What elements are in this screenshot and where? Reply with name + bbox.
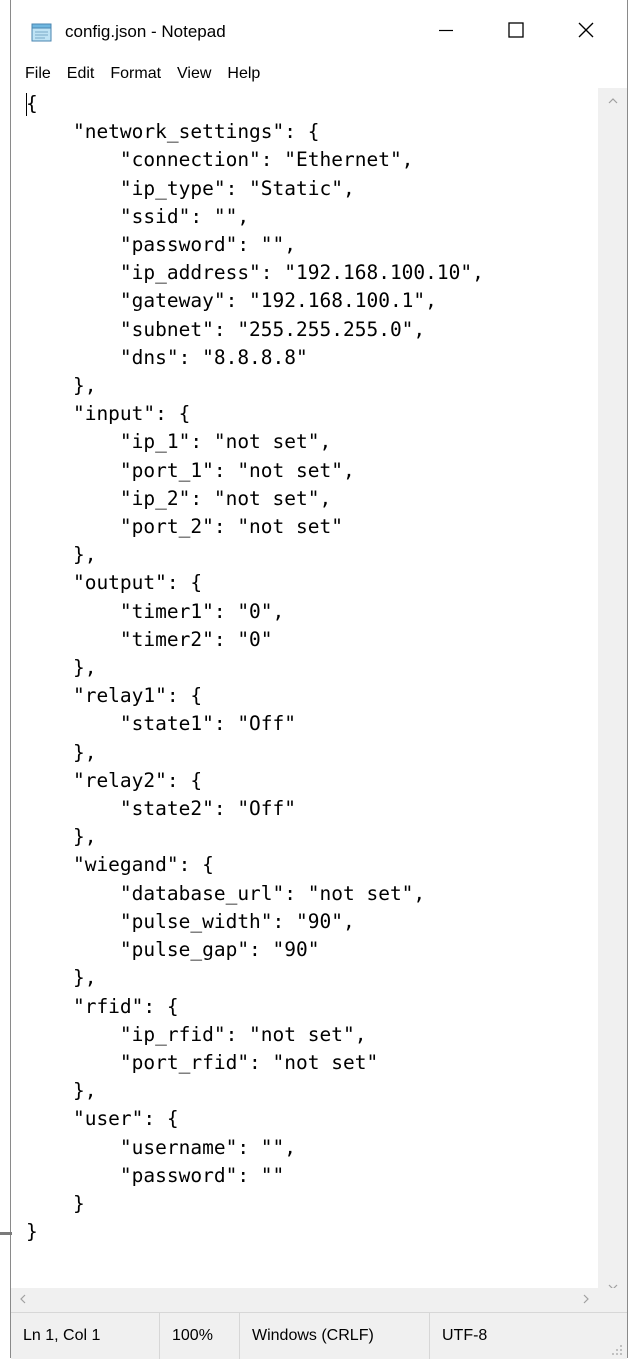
maximize-button[interactable] bbox=[481, 0, 551, 60]
chevron-up-icon bbox=[608, 91, 618, 109]
notepad-icon bbox=[31, 22, 53, 42]
editor-content[interactable]: { "network_settings": { "connection": "E… bbox=[26, 90, 484, 1246]
background-window-edge bbox=[0, 1232, 12, 1235]
notepad-window: config.json - Notepad File Edit Format V… bbox=[10, 0, 628, 1359]
line-endings: Windows (CRLF) bbox=[239, 1313, 429, 1359]
menu-format[interactable]: Format bbox=[102, 61, 169, 87]
chevron-left-icon bbox=[20, 1291, 26, 1309]
menu-help[interactable]: Help bbox=[219, 61, 268, 87]
text-editor[interactable]: { "network_settings": { "connection": "E… bbox=[11, 88, 598, 1288]
scroll-left-button[interactable] bbox=[11, 1288, 35, 1312]
zoom-level: 100% bbox=[159, 1313, 239, 1359]
scroll-right-button[interactable] bbox=[574, 1288, 598, 1312]
menu-bar: File Edit Format View Help bbox=[11, 60, 627, 88]
horizontal-scrollbar[interactable] bbox=[11, 1288, 598, 1312]
cursor-position: Ln 1, Col 1 bbox=[23, 1327, 101, 1344]
text-caret bbox=[26, 93, 27, 116]
window-title: config.json - Notepad bbox=[65, 22, 226, 41]
resize-grip-icon[interactable] bbox=[611, 1343, 623, 1355]
title-bar[interactable]: config.json - Notepad bbox=[11, 0, 627, 60]
encoding: UTF-8 bbox=[429, 1313, 627, 1359]
scrollbar-corner bbox=[598, 1288, 627, 1312]
menu-view[interactable]: View bbox=[169, 61, 219, 87]
chevron-right-icon bbox=[583, 1291, 589, 1309]
maximize-icon bbox=[508, 22, 524, 38]
vertical-scrollbar[interactable] bbox=[598, 88, 627, 1298]
status-bar: Ln 1, Col 1 100% Windows (CRLF) UTF-8 bbox=[11, 1312, 627, 1359]
menu-file[interactable]: File bbox=[17, 61, 59, 87]
close-icon bbox=[578, 22, 594, 38]
menu-edit[interactable]: Edit bbox=[59, 61, 103, 87]
minimize-button[interactable] bbox=[411, 0, 481, 60]
minimize-icon bbox=[439, 23, 453, 37]
close-button[interactable] bbox=[551, 0, 621, 60]
scroll-up-button[interactable] bbox=[598, 88, 627, 112]
